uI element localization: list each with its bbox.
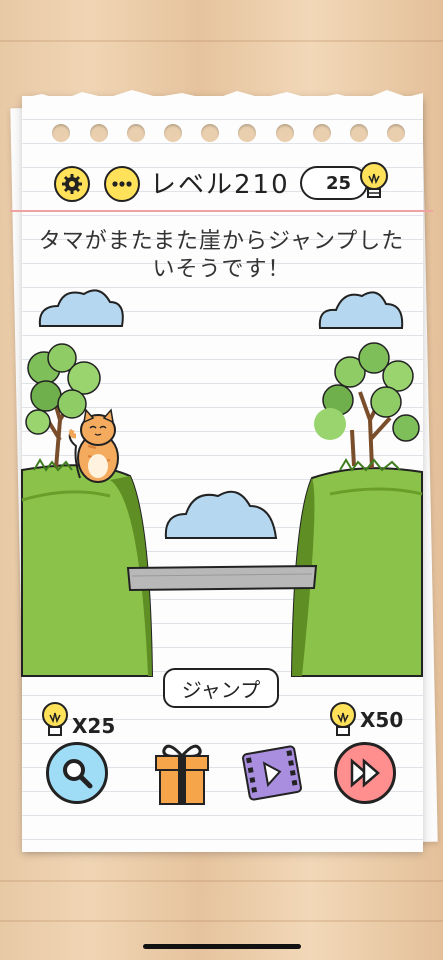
lightbulb-icon (42, 702, 68, 736)
tree-right (314, 342, 420, 472)
skip-level-button[interactable] (334, 742, 396, 804)
cat-tama[interactable] (68, 408, 119, 483)
jump-button[interactable]: ジャンプ (163, 668, 279, 708)
gift-icon[interactable] (150, 738, 214, 808)
game-scene (21, 289, 423, 677)
lightbulb-icon (330, 702, 356, 736)
skip-cost: X50 (360, 708, 404, 732)
magnifier-icon (63, 759, 93, 789)
video-icon[interactable] (240, 742, 304, 804)
stone-plank[interactable] (126, 564, 318, 592)
cloud-right (318, 291, 404, 329)
search-hint-button[interactable] (46, 742, 108, 804)
search-cost: X25 (72, 714, 116, 738)
cloud-middle[interactable] (164, 490, 278, 539)
home-indicator[interactable] (143, 944, 301, 949)
cloud-left (38, 289, 124, 327)
skip-icon (350, 758, 380, 788)
